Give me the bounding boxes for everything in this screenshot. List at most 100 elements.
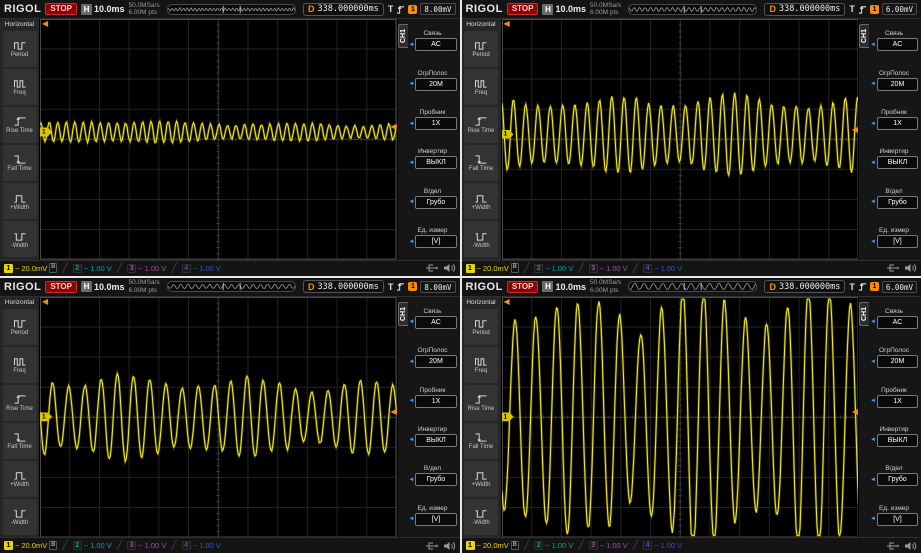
menu-item-plus-width[interactable]: +Width: [464, 183, 498, 220]
menu-item-plus-width[interactable]: +Width: [2, 183, 37, 220]
channel-tab[interactable]: CH1: [397, 24, 408, 49]
channel-3-status[interactable]: 3 ~ 1.00 V: [588, 541, 628, 550]
run-status-badge[interactable]: STOP: [45, 3, 77, 15]
trigger-position-marker[interactable]: ◀: [42, 20, 48, 28]
menu-item-volts-div[interactable]: В/дел ◄ Грубо: [409, 465, 457, 487]
channel-2-status[interactable]: 2 ~ 1.00 V: [534, 263, 573, 273]
waveform-preview-strip[interactable]: [628, 3, 758, 15]
channel-2-status[interactable]: 2 ~ 1.00 V: [534, 541, 573, 550]
channel-3-status[interactable]: 3 ~ 1.00 V: [127, 541, 166, 550]
menu-item-coupling[interactable]: Связь ◄ AC: [870, 30, 918, 52]
menu-item-period[interactable]: Period: [464, 31, 498, 68]
menu-item-invert[interactable]: Инвертир ◄ ВЫКЛ: [409, 148, 457, 170]
trigger-position-marker[interactable]: ◀: [504, 297, 510, 306]
menu-item-volts-div[interactable]: В/дел ◄ Грубо: [870, 188, 918, 209]
waveform-preview-strip[interactable]: [166, 3, 296, 15]
trigger-level-marker[interactable]: ◀: [852, 407, 858, 416]
trigger-level-marker[interactable]: ◀: [390, 123, 396, 131]
menu-item-period[interactable]: Period: [2, 308, 37, 345]
channel-number: 2: [534, 263, 544, 273]
menu-item-plus-width[interactable]: +Width: [2, 460, 37, 497]
menu-item-probe[interactable]: Пробник ◄ 1X: [409, 109, 457, 131]
trigger-level-marker[interactable]: ◀: [390, 407, 396, 416]
waveform-preview-strip[interactable]: [628, 281, 758, 292]
channel-3-status[interactable]: 3 ~ 1.00 V: [127, 263, 166, 273]
menu-item-units[interactable]: Ед. измер ◄ [V]: [870, 505, 918, 526]
menu-item-bandwidth-limit[interactable]: ОгрПолос ◄ 20M: [409, 70, 457, 91]
menu-item-fall-time[interactable]: Fall Time: [464, 145, 498, 182]
menu-item-units[interactable]: Ед. измер ◄ [V]: [870, 227, 918, 249]
horizontal-scale: H 10.0ms: [542, 281, 586, 292]
menu-item-freq[interactable]: Freq: [2, 346, 37, 383]
channel-4-status[interactable]: 4 ~ 1.00 V: [643, 263, 682, 273]
trigger-level-marker[interactable]: ◀: [852, 125, 858, 134]
menu-item-minus-width[interactable]: -Width: [2, 498, 37, 535]
menu-item-coupling[interactable]: Связь ◄ AC: [409, 308, 457, 329]
usb-icon[interactable]: [886, 541, 899, 551]
menu-item-rise-time[interactable]: Rise Time: [464, 384, 498, 421]
run-status-badge[interactable]: STOP: [45, 280, 77, 293]
usb-icon[interactable]: [425, 263, 438, 273]
run-status-badge[interactable]: STOP: [506, 280, 539, 293]
menu-item-fall-time[interactable]: Fall Time: [2, 145, 37, 182]
menu-item-coupling[interactable]: Связь ◄ AC: [409, 30, 457, 52]
menu-item-freq[interactable]: Freq: [464, 346, 498, 383]
menu-item-rise-time[interactable]: Rise Time: [464, 107, 498, 144]
channel-tab[interactable]: CH1: [859, 301, 869, 326]
channel-4-status[interactable]: 4 ~ 1.00 V: [181, 263, 221, 273]
menu-item-rise-time[interactable]: Rise Time: [2, 384, 37, 421]
speaker-icon[interactable]: [443, 263, 456, 273]
menu-item-fall-time[interactable]: Fall Time: [2, 422, 37, 459]
menu-item-freq[interactable]: Freq: [2, 69, 37, 106]
channel-2-status[interactable]: 2 ~ 1.00 V: [72, 541, 112, 550]
speaker-icon[interactable]: [904, 263, 917, 273]
channel-1-status[interactable]: 1 ~ 20.0mV B: [4, 263, 58, 273]
menu-item-volts-div[interactable]: В/дел ◄ Грубо: [870, 465, 918, 487]
usb-icon[interactable]: [886, 263, 899, 273]
menu-item-period[interactable]: Period: [2, 31, 37, 68]
channel-number: 3: [127, 541, 137, 550]
menu-value: Грубо: [415, 195, 457, 209]
menu-item-bandwidth-limit[interactable]: ОгрПолос ◄ 20M: [870, 347, 918, 369]
menu-item-minus-width[interactable]: -Width: [2, 221, 37, 258]
channel-tab[interactable]: CH1: [397, 301, 408, 326]
menu-item-period[interactable]: Period: [464, 308, 498, 345]
menu-item-invert[interactable]: Инвертир ◄ ВЫКЛ: [409, 426, 457, 447]
menu-item-units[interactable]: Ед. измер ◄ [V]: [409, 227, 457, 249]
channel-1-status[interactable]: 1 ~ 20.0mV B: [465, 540, 519, 551]
menu-item-invert[interactable]: Инвертир ◄ ВЫКЛ: [870, 148, 918, 170]
trigger-position-marker[interactable]: ◀: [42, 297, 48, 306]
menu-item-freq[interactable]: Freq: [464, 69, 498, 106]
waveform-display[interactable]: ◀ 1 ◀: [501, 296, 858, 537]
menu-item-rise-time[interactable]: Rise Time: [2, 107, 37, 144]
channel-1-status[interactable]: 1 ~ 20.0mV B: [465, 263, 519, 273]
menu-item-minus-width[interactable]: -Width: [464, 498, 498, 535]
menu-item-bandwidth-limit[interactable]: ОгрПолос ◄ 20M: [870, 70, 918, 91]
menu-item-bandwidth-limit[interactable]: ОгрПолос ◄ 20M: [409, 347, 457, 369]
channel-3-status[interactable]: 3 ~ 1.00 V: [588, 263, 628, 273]
usb-icon[interactable]: [425, 541, 438, 551]
menu-item-probe[interactable]: Пробник ◄ 1X: [870, 387, 918, 408]
menu-item-probe[interactable]: Пробник ◄ 1X: [409, 387, 457, 408]
menu-item-units[interactable]: Ед. измер ◄ [V]: [409, 505, 457, 526]
channel-2-status[interactable]: 2 ~ 1.00 V: [72, 263, 112, 273]
speaker-icon[interactable]: [904, 541, 917, 551]
channel-4-status[interactable]: 4 ~ 1.00 V: [643, 541, 682, 550]
waveform-preview-strip[interactable]: [166, 281, 296, 292]
waveform-display[interactable]: ◀ 1 ◀: [40, 296, 397, 537]
menu-item-coupling[interactable]: Связь ◄ AC: [870, 308, 918, 329]
trigger-position-marker[interactable]: ◀: [504, 20, 510, 28]
menu-item-volts-div[interactable]: В/дел ◄ Грубо: [409, 188, 457, 209]
waveform-display[interactable]: ◀ 1 ◀: [40, 19, 397, 260]
channel-4-status[interactable]: 4 ~ 1.00 V: [181, 541, 221, 550]
channel-tab[interactable]: CH1: [859, 24, 869, 49]
speaker-icon[interactable]: [443, 541, 456, 551]
menu-item-minus-width[interactable]: -Width: [464, 221, 498, 258]
waveform-display[interactable]: ◀ 1 ◀: [501, 19, 858, 260]
menu-item-probe[interactable]: Пробник ◄ 1X: [870, 109, 918, 131]
menu-item-invert[interactable]: Инвертир ◄ ВЫКЛ: [870, 426, 918, 447]
menu-item-fall-time[interactable]: Fall Time: [464, 422, 498, 459]
menu-item-plus-width[interactable]: +Width: [464, 460, 498, 497]
run-status-badge[interactable]: STOP: [506, 3, 539, 15]
channel-1-status[interactable]: 1 ~ 20.0mV B: [4, 540, 58, 551]
